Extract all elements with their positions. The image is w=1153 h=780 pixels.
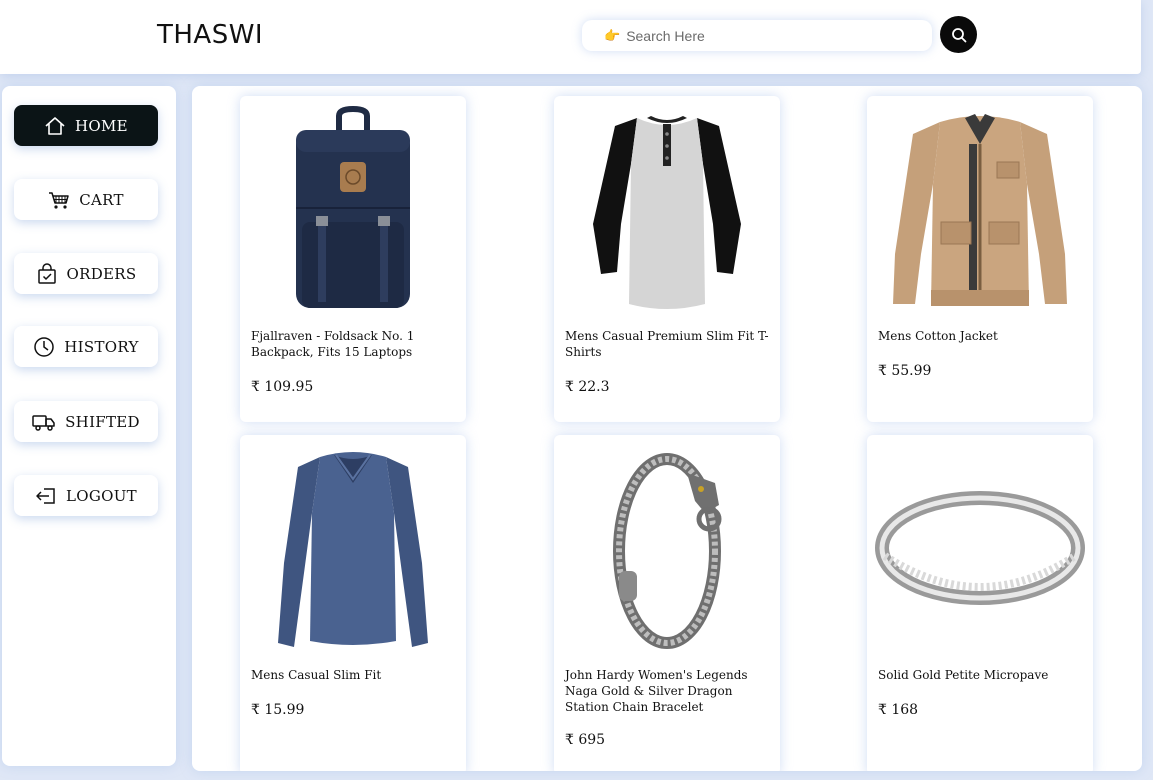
product-image-longsleeve[interactable] bbox=[240, 435, 466, 660]
sidebar-item-shifted[interactable]: SHIFTED bbox=[14, 401, 158, 442]
sidebar-item-label: LOGOUT bbox=[66, 486, 137, 505]
product-image-ring[interactable] bbox=[867, 435, 1093, 660]
product-price: ₹ 695 bbox=[565, 732, 606, 748]
search-bar[interactable]: 👉 bbox=[582, 20, 932, 51]
truck-icon bbox=[32, 412, 56, 432]
product-title[interactable]: Solid Gold Petite Micropave bbox=[878, 667, 1084, 683]
home-icon bbox=[44, 116, 66, 136]
sidebar: HOME CART ORDERS HISTORY SHIFTED LOGOUT bbox=[2, 86, 176, 766]
sidebar-item-label: CART bbox=[79, 190, 124, 209]
brand-logo-text[interactable]: THASWI bbox=[157, 20, 263, 50]
top-header: THASWI 👉 bbox=[0, 0, 1141, 74]
cart-icon bbox=[48, 190, 70, 210]
search-input[interactable] bbox=[626, 27, 917, 44]
logout-icon bbox=[35, 486, 57, 506]
product-title[interactable]: Mens Casual Premium Slim Fit T-Shirts bbox=[565, 328, 771, 360]
search-button[interactable] bbox=[940, 16, 977, 53]
product-title[interactable]: Mens Cotton Jacket bbox=[878, 328, 1084, 344]
product-price: ₹ 168 bbox=[878, 702, 919, 718]
product-card[interactable]: Fjallraven - Foldsack No. 1 Backpack, Fi… bbox=[240, 96, 466, 422]
sidebar-item-label: HOME bbox=[75, 116, 128, 135]
product-price: ₹ 109.95 bbox=[251, 379, 314, 395]
sidebar-item-label: ORDERS bbox=[66, 264, 137, 283]
sidebar-item-orders[interactable]: ORDERS bbox=[14, 253, 158, 294]
sidebar-item-home[interactable]: HOME bbox=[14, 105, 158, 146]
sidebar-item-cart[interactable]: CART bbox=[14, 179, 158, 220]
search-icon bbox=[951, 27, 966, 42]
product-title[interactable]: John Hardy Women's Legends Naga Gold & S… bbox=[565, 667, 771, 715]
sidebar-item-label: SHIFTED bbox=[65, 412, 140, 431]
sidebar-item-history[interactable]: HISTORY bbox=[14, 326, 158, 367]
product-image-tshirt[interactable] bbox=[554, 96, 780, 321]
product-price: ₹ 22.3 bbox=[565, 379, 610, 395]
product-price: ₹ 55.99 bbox=[878, 363, 932, 379]
product-title[interactable]: Fjallraven - Foldsack No. 1 Backpack, Fi… bbox=[251, 328, 457, 360]
product-image-jacket[interactable] bbox=[867, 96, 1093, 321]
product-image-bracelet[interactable] bbox=[554, 435, 780, 660]
clock-icon bbox=[33, 336, 55, 358]
sidebar-item-logout[interactable]: LOGOUT bbox=[14, 475, 158, 516]
pointing-hand-icon: 👉 bbox=[604, 27, 621, 43]
product-card[interactable]: Solid Gold Petite Micropave ₹ 168 bbox=[867, 435, 1093, 771]
product-price: ₹ 15.99 bbox=[251, 702, 305, 718]
product-title[interactable]: Mens Casual Slim Fit bbox=[251, 667, 457, 683]
product-card[interactable]: Mens Cotton Jacket ₹ 55.99 bbox=[867, 96, 1093, 422]
shopping-bag-check-icon bbox=[36, 262, 58, 285]
product-grid: Fjallraven - Foldsack No. 1 Backpack, Fi… bbox=[192, 86, 1142, 771]
product-card[interactable]: John Hardy Women's Legends Naga Gold & S… bbox=[554, 435, 780, 771]
product-image-backpack[interactable] bbox=[240, 96, 466, 321]
sidebar-item-label: HISTORY bbox=[64, 337, 139, 356]
product-card[interactable]: Mens Casual Slim Fit ₹ 15.99 bbox=[240, 435, 466, 771]
product-card[interactable]: Mens Casual Premium Slim Fit T-Shirts ₹ … bbox=[554, 96, 780, 422]
